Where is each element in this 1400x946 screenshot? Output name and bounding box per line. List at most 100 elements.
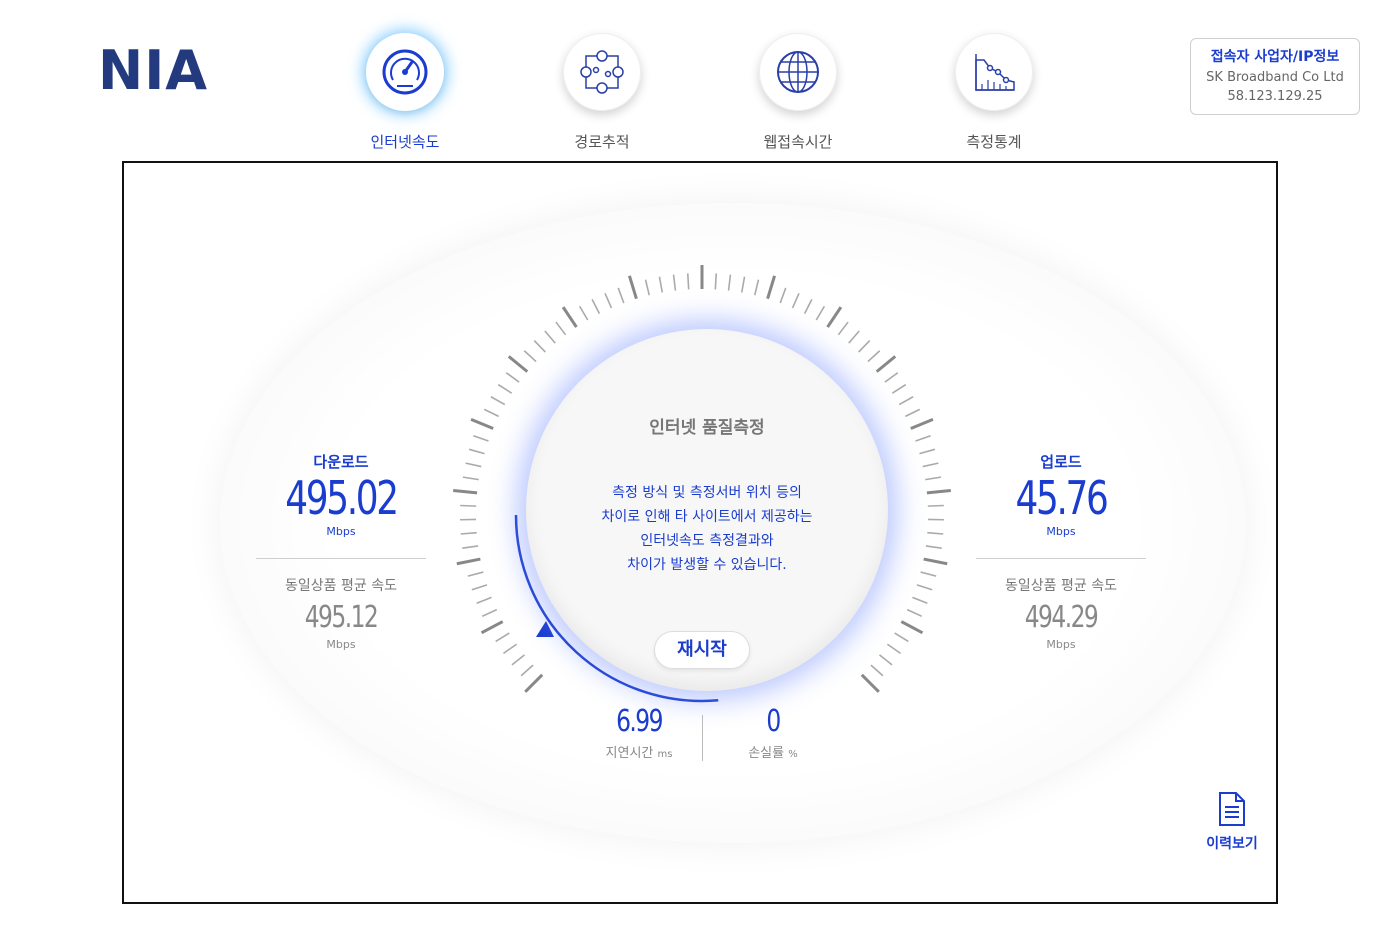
gauge-tick	[490, 396, 506, 406]
notice-line: 차이가 발생할 수 있습니다.	[627, 557, 787, 573]
gauge-tick	[460, 531, 477, 535]
latency-label-row: 지연시간 ms	[579, 742, 699, 761]
gauge-tick	[524, 673, 544, 693]
gauge-tick	[875, 355, 897, 373]
upload-avg-unit: Mbps	[1046, 637, 1076, 651]
nav-circle	[759, 33, 837, 111]
download-avg-label: 동일상품 평균 속도	[285, 577, 397, 594]
loss-unit: %	[788, 749, 798, 760]
upload-title: 업로드	[1040, 453, 1082, 471]
gauge-tick	[511, 654, 526, 666]
gauge-tick	[925, 545, 942, 549]
gauge-tick	[617, 287, 625, 304]
gauge-tick	[465, 462, 482, 468]
history-label: 이력보기	[1206, 836, 1258, 852]
gauge-tick	[468, 448, 485, 455]
nav-route-trace[interactable]: 경로추적	[522, 33, 682, 152]
nav-internet-speed[interactable]: 인터넷속도	[325, 33, 485, 152]
gauge-tick	[884, 372, 899, 383]
gauge-tick	[483, 408, 500, 418]
download-title: 다운로드	[313, 453, 369, 471]
gauge-tick	[900, 620, 924, 635]
gauge-tick	[462, 545, 479, 549]
nav-circle	[366, 33, 444, 111]
upload-avg-value: 494.29	[1024, 599, 1099, 635]
gauge-tick	[604, 292, 613, 309]
nav-measurement-stats[interactable]: 측정통계	[914, 33, 1074, 152]
gauge-tick	[906, 608, 923, 618]
gauge-tick	[555, 321, 567, 336]
center-notice: 측정 방식 및 측정서버 위치 등의 차이로 인해 타 사이트에서 제공하는 인…	[526, 481, 888, 577]
center-info-circle: 인터넷 품질측정 측정 방식 및 측정서버 위치 등의 차이로 인해 타 사이트…	[526, 329, 888, 691]
gauge-tick	[481, 608, 498, 618]
loss-metric: 0 손실률 %	[713, 705, 833, 761]
route-trace-icon	[580, 50, 624, 94]
nav-label-internet-speed: 인터넷속도	[370, 133, 440, 151]
center-title: 인터넷 품질측정	[649, 418, 765, 438]
download-stat: 다운로드 495.02 Mbps 동일상품 평균 속도 495.12 Mbps	[256, 451, 426, 651]
nav-label-measurement-stats: 측정통계	[966, 133, 1022, 151]
nav-web-access-time[interactable]: 웹접속시간	[718, 33, 878, 152]
latency-unit: ms	[657, 749, 673, 760]
gauge-tick	[791, 292, 800, 309]
gauge-tick	[507, 355, 529, 373]
gauge-tick	[922, 462, 939, 468]
gauge-tick	[870, 664, 884, 677]
loss-value: 0	[766, 704, 781, 739]
gauge-tick	[878, 654, 893, 666]
gauge-tick	[815, 305, 826, 321]
latency-metric: 6.99 지연시간 ms	[579, 705, 699, 761]
gauge-tick	[453, 489, 478, 495]
latency-label: 지연시간	[605, 746, 654, 761]
nav-label-route-trace: 경로추적	[574, 133, 630, 151]
gauge-tick	[627, 275, 638, 300]
download-value: 495.02	[285, 471, 399, 525]
gauge-tick	[476, 596, 492, 604]
upload-avg-label: 동일상품 평균 속도	[1005, 577, 1117, 594]
document-icon	[1219, 792, 1245, 826]
divider	[976, 557, 1146, 559]
download-avg-value: 495.12	[304, 599, 379, 635]
upload-value: 45.76	[1015, 471, 1108, 525]
gauge-tick	[544, 330, 556, 344]
gauge-tick	[927, 504, 944, 507]
speed-test-panel: 다운로드 495.02 Mbps 동일상품 평균 속도 495.12 Mbps …	[122, 161, 1278, 904]
loss-label: 손실률	[748, 746, 785, 761]
gauge-tick	[714, 273, 718, 290]
gauge-tick	[898, 396, 914, 406]
gauge-tick	[505, 372, 520, 383]
download-avg-unit: Mbps	[326, 637, 356, 651]
statistics-icon	[975, 54, 1015, 91]
gauge-tick	[927, 531, 944, 535]
gauge-tick	[848, 330, 860, 344]
gauge-tick	[480, 620, 504, 635]
ip-info-isp: SK Broadband Co Ltd	[1206, 70, 1344, 85]
gauge-tick	[915, 434, 931, 442]
notice-line: 차이로 인해 타 사이트에서 제공하는	[601, 509, 813, 525]
gauge-tick	[923, 557, 948, 566]
notice-line: 인터넷속도 측정결과와	[640, 533, 774, 549]
gauge-tick	[920, 571, 937, 577]
gauge-tick	[727, 274, 732, 291]
gauge-tick	[520, 664, 534, 677]
gauge-tick	[860, 673, 880, 693]
gauge-tick	[826, 306, 843, 328]
gauge-tick	[926, 489, 951, 495]
history-button[interactable]: 이력보기	[1200, 791, 1264, 853]
gauge-tick	[867, 350, 881, 363]
nia-logo[interactable]: NIA	[98, 44, 208, 98]
gauge-tick	[591, 299, 601, 314]
restart-button[interactable]: 재시작	[654, 631, 750, 669]
gauge-tick	[523, 350, 537, 363]
gauge-tick	[503, 643, 518, 655]
gauge-tick	[686, 273, 690, 290]
ip-info-title: 접속자 사업자/IP정보	[1210, 49, 1340, 65]
gauge-tick	[473, 434, 489, 442]
notice-line: 측정 방식 및 측정서버 위치 등의	[612, 485, 802, 501]
gauge-tick	[904, 408, 921, 418]
gauge-tick	[891, 383, 907, 394]
gauge-tick	[644, 279, 651, 296]
upload-stat: 업로드 45.76 Mbps 동일상품 평균 속도 494.29 Mbps	[976, 451, 1146, 651]
gauge-tick	[886, 643, 901, 655]
gauge-tick	[740, 276, 746, 293]
